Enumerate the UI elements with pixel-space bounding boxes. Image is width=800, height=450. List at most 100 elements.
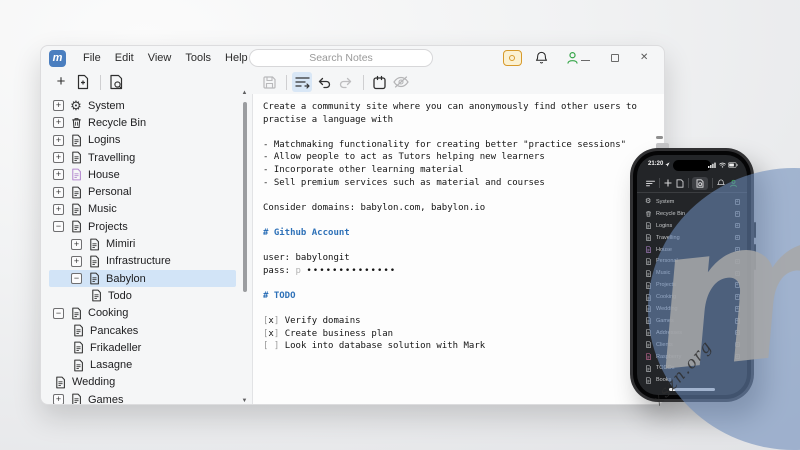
tree-item-mimiri[interactable]: + Mimiri	[49, 235, 236, 252]
phone-tree-item-recycle-bin[interactable]: Recycle Bin+	[645, 208, 740, 220]
tree-item-house[interactable]: + House	[49, 166, 236, 183]
history-icon[interactable]	[369, 72, 389, 92]
phone-add-icon[interactable]	[664, 179, 672, 187]
phone-tree-item-games[interactable]: Games+	[645, 315, 740, 327]
editor-line: Create a community site where you can an…	[263, 101, 664, 114]
tree-item-label: Babylon	[106, 273, 146, 285]
phone-search-icon[interactable]	[692, 177, 708, 190]
tree-item-music[interactable]: + Music	[49, 201, 236, 218]
phone-tree-item-todos[interactable]: TODOs	[645, 362, 740, 374]
expand-toggle-icon[interactable]: +	[71, 256, 82, 267]
tree-item-cooking[interactable]: − Cooking	[49, 305, 236, 322]
minimize-button[interactable]	[581, 60, 590, 61]
close-button[interactable]: ✕	[640, 53, 648, 63]
tree-item-personal[interactable]: + Personal	[49, 183, 236, 200]
phone-tree-item-music[interactable]: Music+	[645, 267, 740, 279]
redo-icon[interactable]	[336, 72, 356, 92]
collapse-toggle-icon[interactable]: −	[53, 308, 64, 319]
menu-help[interactable]: Help	[225, 52, 248, 64]
editor-scrollbar-thumb[interactable]	[656, 136, 663, 139]
tree-item-todo[interactable]: Todo	[49, 287, 236, 304]
phone-word-wrap-icon[interactable]	[646, 180, 655, 187]
phone-expand-toggle-icon[interactable]: +	[735, 211, 741, 217]
notifications-bell-icon[interactable]	[531, 48, 551, 68]
maximize-button[interactable]	[611, 54, 619, 62]
menu-edit[interactable]: Edit	[115, 52, 134, 64]
phone-expand-toggle-icon[interactable]: +	[735, 223, 741, 229]
scroll-down-icon[interactable]: ▼	[240, 398, 249, 404]
expand-toggle-icon[interactable]: +	[53, 187, 64, 198]
menu-file[interactable]: File	[83, 52, 101, 64]
expand-toggle-icon[interactable]: +	[53, 152, 64, 163]
phone-expand-toggle-icon[interactable]: +	[735, 235, 741, 241]
phone-tree-item-label: Clients	[656, 342, 735, 348]
phone-expand-toggle-icon[interactable]: +	[735, 259, 741, 265]
tree-item-travelling[interactable]: + Travelling	[49, 149, 236, 166]
tree-item-projects[interactable]: − Projects	[49, 218, 236, 235]
screenshot-stage: m FileEditViewToolsHelp	[0, 0, 800, 450]
note-icon	[88, 272, 101, 285]
tree-item-infrastructure[interactable]: + Infrastructure	[49, 253, 236, 270]
tree-item-pancakes[interactable]: Pancakes	[49, 322, 236, 339]
tree-item-wedding[interactable]: Wedding	[49, 374, 236, 391]
tree-item-frikadeller[interactable]: Frikadeller	[49, 339, 236, 356]
expand-toggle-icon[interactable]: +	[53, 394, 64, 405]
account-user-icon[interactable]	[562, 48, 582, 68]
phone-expand-toggle-icon[interactable]: +	[735, 318, 741, 324]
menu-tools[interactable]: Tools	[185, 52, 211, 64]
phone-expand-toggle-icon[interactable]: +	[735, 306, 741, 312]
phone-expand-toggle-icon[interactable]: +	[735, 282, 741, 288]
save-icon[interactable]	[259, 72, 279, 92]
phone-expand-toggle-icon[interactable]: +	[735, 199, 741, 205]
phone-bell-icon[interactable]	[717, 179, 725, 188]
tree-item-lasagne[interactable]: Lasagne	[49, 356, 236, 373]
phone-expand-toggle-icon[interactable]: +	[735, 271, 741, 277]
phone-expand-toggle-icon[interactable]: +	[735, 247, 741, 253]
phone-expand-toggle-icon[interactable]: +	[735, 294, 741, 300]
phone-tree-item-clients[interactable]: Clients+	[645, 339, 740, 351]
scrollbar-thumb[interactable]	[243, 102, 247, 292]
undo-icon[interactable]	[314, 72, 334, 92]
expand-toggle-icon[interactable]: +	[53, 135, 64, 146]
menu-view[interactable]: View	[148, 52, 172, 64]
new-note-button[interactable]	[73, 72, 93, 92]
sidebar-scrollbar[interactable]: ▲ ▼	[240, 94, 249, 405]
expand-toggle-icon[interactable]: +	[53, 117, 64, 128]
phone-tree-item-house[interactable]: House+	[645, 244, 740, 256]
expand-toggle-icon[interactable]: +	[53, 204, 64, 215]
note-editor[interactable]: Create a community site where you can an…	[253, 94, 664, 405]
phone-tree-item-raspberry[interactable]: Raspberry+	[645, 351, 740, 363]
sync-status-icon[interactable]	[503, 50, 522, 66]
phone-expand-toggle-icon[interactable]: +	[735, 330, 741, 336]
expand-toggle-icon[interactable]: +	[71, 239, 82, 250]
expand-toggle-icon[interactable]: +	[53, 100, 64, 111]
search-notes-button[interactable]	[106, 72, 126, 92]
tree-item-logins[interactable]: + Logins	[49, 132, 236, 149]
phone-expand-toggle-icon[interactable]: +	[735, 342, 741, 348]
collapse-toggle-icon[interactable]: −	[71, 273, 82, 284]
phone-tree-item-addresses[interactable]: Addresses+	[645, 327, 740, 339]
phone-account-icon[interactable]	[729, 179, 738, 188]
phone-tree-item-cooking[interactable]: Cooking+	[645, 291, 740, 303]
collapse-toggle-icon[interactable]: −	[53, 221, 64, 232]
add-button[interactable]: +	[51, 72, 71, 92]
phone-tree-item-logins[interactable]: Logins+	[645, 220, 740, 232]
tree-item-recycle-bin[interactable]: + Recycle Bin	[49, 114, 236, 131]
phone-tree-item-projects[interactable]: Projects+	[645, 279, 740, 291]
hide-eye-off-icon[interactable]	[391, 72, 411, 92]
phone-tree-item-travelling[interactable]: Travelling+	[645, 232, 740, 244]
tree-item-babylon[interactable]: − Babylon	[49, 270, 236, 287]
editor-line: - Matchmaking functionality for creating…	[263, 139, 664, 152]
phone-expand-toggle-icon[interactable]: +	[735, 354, 741, 360]
phone-tree-item-wedding[interactable]: Wedding+	[645, 303, 740, 315]
search-input[interactable]	[249, 49, 433, 67]
tree-item-system[interactable]: +⚙System	[49, 97, 236, 114]
phone-tree-item-books[interactable]: Books	[645, 374, 740, 386]
tree-item-games[interactable]: + Games	[49, 391, 236, 405]
expand-toggle-icon[interactable]: +	[53, 169, 64, 180]
scroll-up-icon[interactable]: ▲	[240, 90, 249, 96]
phone-tree-item-personal[interactable]: Personal+	[645, 255, 740, 267]
word-wrap-icon[interactable]	[292, 72, 312, 92]
phone-new-note-icon[interactable]	[676, 179, 684, 188]
phone-tree-item-system[interactable]: ⚙System+	[645, 196, 740, 208]
